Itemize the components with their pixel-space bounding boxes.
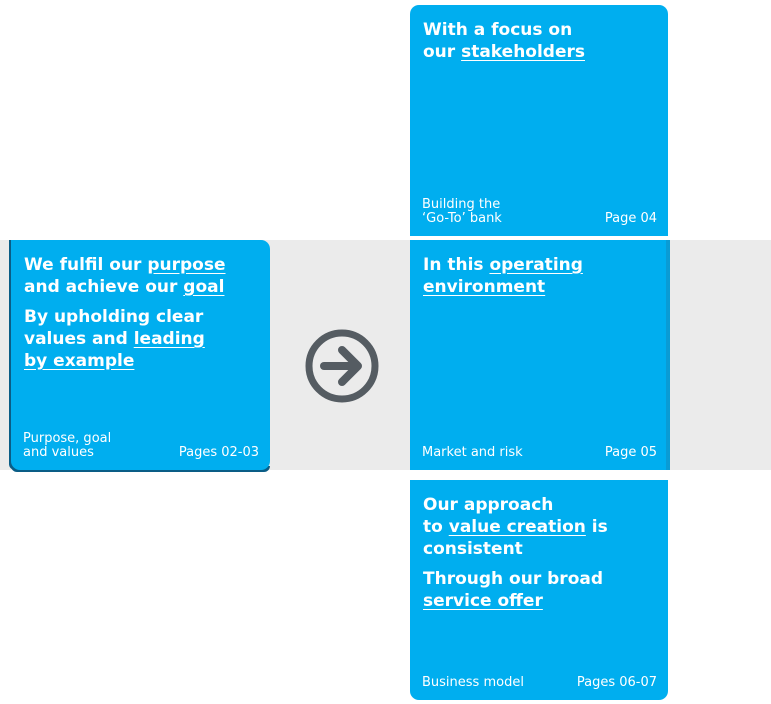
business-model-headline: Our approach to value creation is consis… [423,494,658,612]
business-model-tile[interactable]: Our approach to value creation is consis… [410,480,668,700]
purpose-line1-text: We fulfil our [24,255,142,275]
environment-link[interactable]: environment [423,277,545,297]
purpose-tile[interactable]: We fulfil our purpose and achieve our go… [11,240,270,470]
right-tiles-shadow [666,240,670,470]
stakeholders-headline: With a focus on our stakeholders [423,19,658,63]
purpose-headline: We fulfil our purpose and achieve our go… [24,254,260,372]
operating-link[interactable]: operating [489,255,582,275]
goal-link[interactable]: goal [183,277,224,297]
operating-footer-pages[interactable]: Page 05 [605,446,657,460]
values-and-text: values and [24,329,128,349]
business-model-footer-label: Business model [422,675,524,690]
approach-line2-prefix: to [423,517,443,537]
purpose-link[interactable]: purpose [147,255,225,275]
arrow-right-circle-icon [305,329,379,403]
operating-footer-label: Market and risk [422,445,523,460]
approach-line3: consistent [423,539,523,559]
service-line1: Through our broad [423,569,604,589]
service-offer-link[interactable]: service offer [423,591,543,611]
values-line-text: By upholding clear [24,307,204,327]
stakeholders-line1: With a focus on [423,20,573,40]
goal-line-text: and achieve our [24,277,178,297]
stakeholders-line2-text: our [423,42,456,62]
value-creation-link[interactable]: value creation [449,517,586,537]
operating-headline: In this operating environment [423,254,658,298]
stakeholders-footer-label: Building the ‘Go-To’ bank [422,197,502,226]
business-model-footer-pages[interactable]: Pages 06-07 [577,676,657,690]
purpose-footer-pages[interactable]: Pages 02-03 [179,446,259,460]
leading-link[interactable]: leading [134,329,205,349]
stakeholders-link[interactable]: stakeholders [461,42,585,62]
stakeholders-tile[interactable]: With a focus on our stakeholders Buildin… [410,5,668,236]
approach-line2-suffix: is [591,517,608,537]
by-example-link[interactable]: by example [24,351,134,371]
purpose-footer-label: Purpose, goal and values [23,431,112,460]
operating-line1-text: In this [423,255,484,275]
operating-environment-tile[interactable]: In this operating environment Market and… [410,240,668,470]
stakeholders-footer-pages[interactable]: Page 04 [605,212,657,226]
approach-line1: Our approach [423,495,554,515]
